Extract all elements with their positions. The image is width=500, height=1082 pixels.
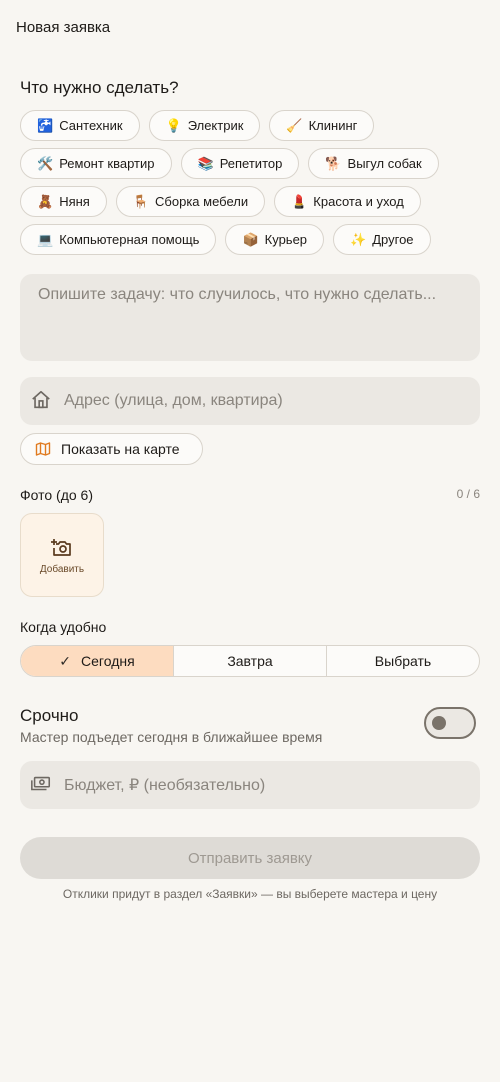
chip-label: Красота и уход [313, 194, 404, 209]
chip-label: Репетитор [219, 156, 283, 171]
check-icon: ✓ [59, 652, 72, 669]
add-photo-button[interactable]: Добавить [20, 513, 104, 597]
option-label: Выбрать [374, 653, 432, 669]
urgent-toggle[interactable] [424, 707, 476, 739]
description-input[interactable]: Опишите задачу: что случилось, что нужно… [20, 274, 480, 361]
toggle-knob [432, 716, 446, 730]
map-button-label: Показать на карте [61, 441, 180, 457]
option-label: Сегодня [81, 653, 135, 669]
chip-label: Курьер [264, 232, 308, 247]
add-photo-label: Добавить [39, 563, 85, 575]
when-option-choose[interactable]: Выбрать [327, 646, 479, 676]
footnote: Отклики придут в раздел «Заявки» — вы вы… [62, 887, 438, 901]
chip-row: 🚰 Сантехник 💡 Электрик 🧹 Клининг [20, 110, 490, 141]
map-icon [35, 442, 51, 456]
chip-row: 💻 Компьютерная помощь 📦 Курьер ✨ Другое [20, 224, 490, 255]
category-chip-dog-walking[interactable]: 🐕 Выгул собак [308, 148, 439, 179]
chip-row: 🛠️ Ремонт квартир 📚 Репетитор 🐕 Выгул собак [20, 148, 490, 179]
urgent-subtitle: Мастер подъедет сегодня в ближайшее врем… [20, 729, 323, 745]
category-chip-cleaning[interactable]: 🧹 Клининг [269, 110, 375, 141]
faucet-icon: 🚰 [37, 117, 54, 133]
category-chip-courier[interactable]: 📦 Курьер [225, 224, 325, 255]
when-option-tomorrow[interactable]: Завтра [174, 646, 327, 676]
address-input[interactable]: Адрес (улица, дом, квартира) [20, 377, 480, 425]
budget-placeholder: Бюджет, ₽ (необязательно) [64, 777, 266, 794]
when-option-today[interactable]: ✓ Сегодня [21, 646, 174, 676]
chip-label: Ремонт квартир [59, 156, 155, 171]
app-title: Новая заявка [16, 19, 111, 36]
chip-label: Другое [372, 232, 414, 247]
address-placeholder: Адрес (улица, дом, квартира) [64, 392, 283, 409]
category-chip-renovation[interactable]: 🛠️ Ремонт квартир [20, 148, 172, 179]
category-chip-plumber[interactable]: 🚰 Сантехник [20, 110, 140, 141]
sparkles-icon: ✨ [350, 231, 367, 247]
chip-label: Компьютерная помощь [59, 232, 200, 247]
chip-label: Клининг [308, 118, 358, 133]
category-chip-beauty[interactable]: 💄 Красота и уход [274, 186, 421, 217]
category-chip-furniture-assembly[interactable]: 🪑 Сборка мебели [115, 186, 266, 217]
lightbulb-icon: 💡 [165, 117, 182, 133]
chip-label: Сборка мебели [155, 194, 249, 209]
category-chip-nanny[interactable]: 🧸 Няня [20, 186, 107, 217]
chip-row: 🧸 Няня 🪑 Сборка мебели 💄 Красота и уход [20, 186, 490, 217]
show-on-map-button[interactable]: Показать на карте [20, 433, 203, 465]
books-icon: 📚 [197, 155, 214, 171]
home-icon [32, 390, 50, 409]
category-chip-tutor[interactable]: 📚 Репетитор [180, 148, 300, 179]
budget-input[interactable]: Бюджет, ₽ (необязательно) [20, 761, 480, 809]
category-chips: 🚰 Сантехник 💡 Электрик 🧹 Клининг 🛠️ Ремонт к… [20, 110, 490, 262]
laptop-icon: 💻 [37, 231, 54, 247]
category-chip-computer-help[interactable]: 💻 Компьютерная помощь [20, 224, 217, 255]
broom-icon: 🧹 [286, 117, 303, 133]
category-chip-electrician[interactable]: 💡 Электрик [148, 110, 261, 141]
chip-label: Электрик [187, 118, 244, 133]
add-photo-icon [51, 538, 71, 556]
urgent-title: Срочно [20, 706, 79, 725]
tools-icon: 🛠️ [37, 155, 54, 171]
when-label: Когда удобно [20, 619, 107, 635]
teddy-bear-icon: 🧸 [37, 193, 54, 209]
photos-counter: 0 / 6 [456, 487, 480, 501]
categories-title: Что нужно сделать? [20, 78, 179, 97]
when-segmented-control: ✓ Сегодня Завтра Выбрать [20, 645, 480, 677]
chip-label: Сантехник [59, 118, 123, 133]
option-label: Завтра [227, 653, 273, 669]
chip-label: Няня [59, 194, 90, 209]
category-chip-other[interactable]: ✨ Другое [333, 224, 431, 255]
chip-label: Выгул собак [347, 156, 422, 171]
submit-button[interactable]: Отправить заявку [20, 837, 480, 879]
lipstick-icon: 💄 [291, 193, 308, 209]
chair-icon: 🪑 [132, 193, 150, 209]
money-icon [31, 776, 51, 791]
dog-icon: 🐕 [325, 155, 342, 171]
package-icon: 📦 [242, 231, 259, 247]
photos-label: Фото (до 6) [20, 487, 94, 503]
